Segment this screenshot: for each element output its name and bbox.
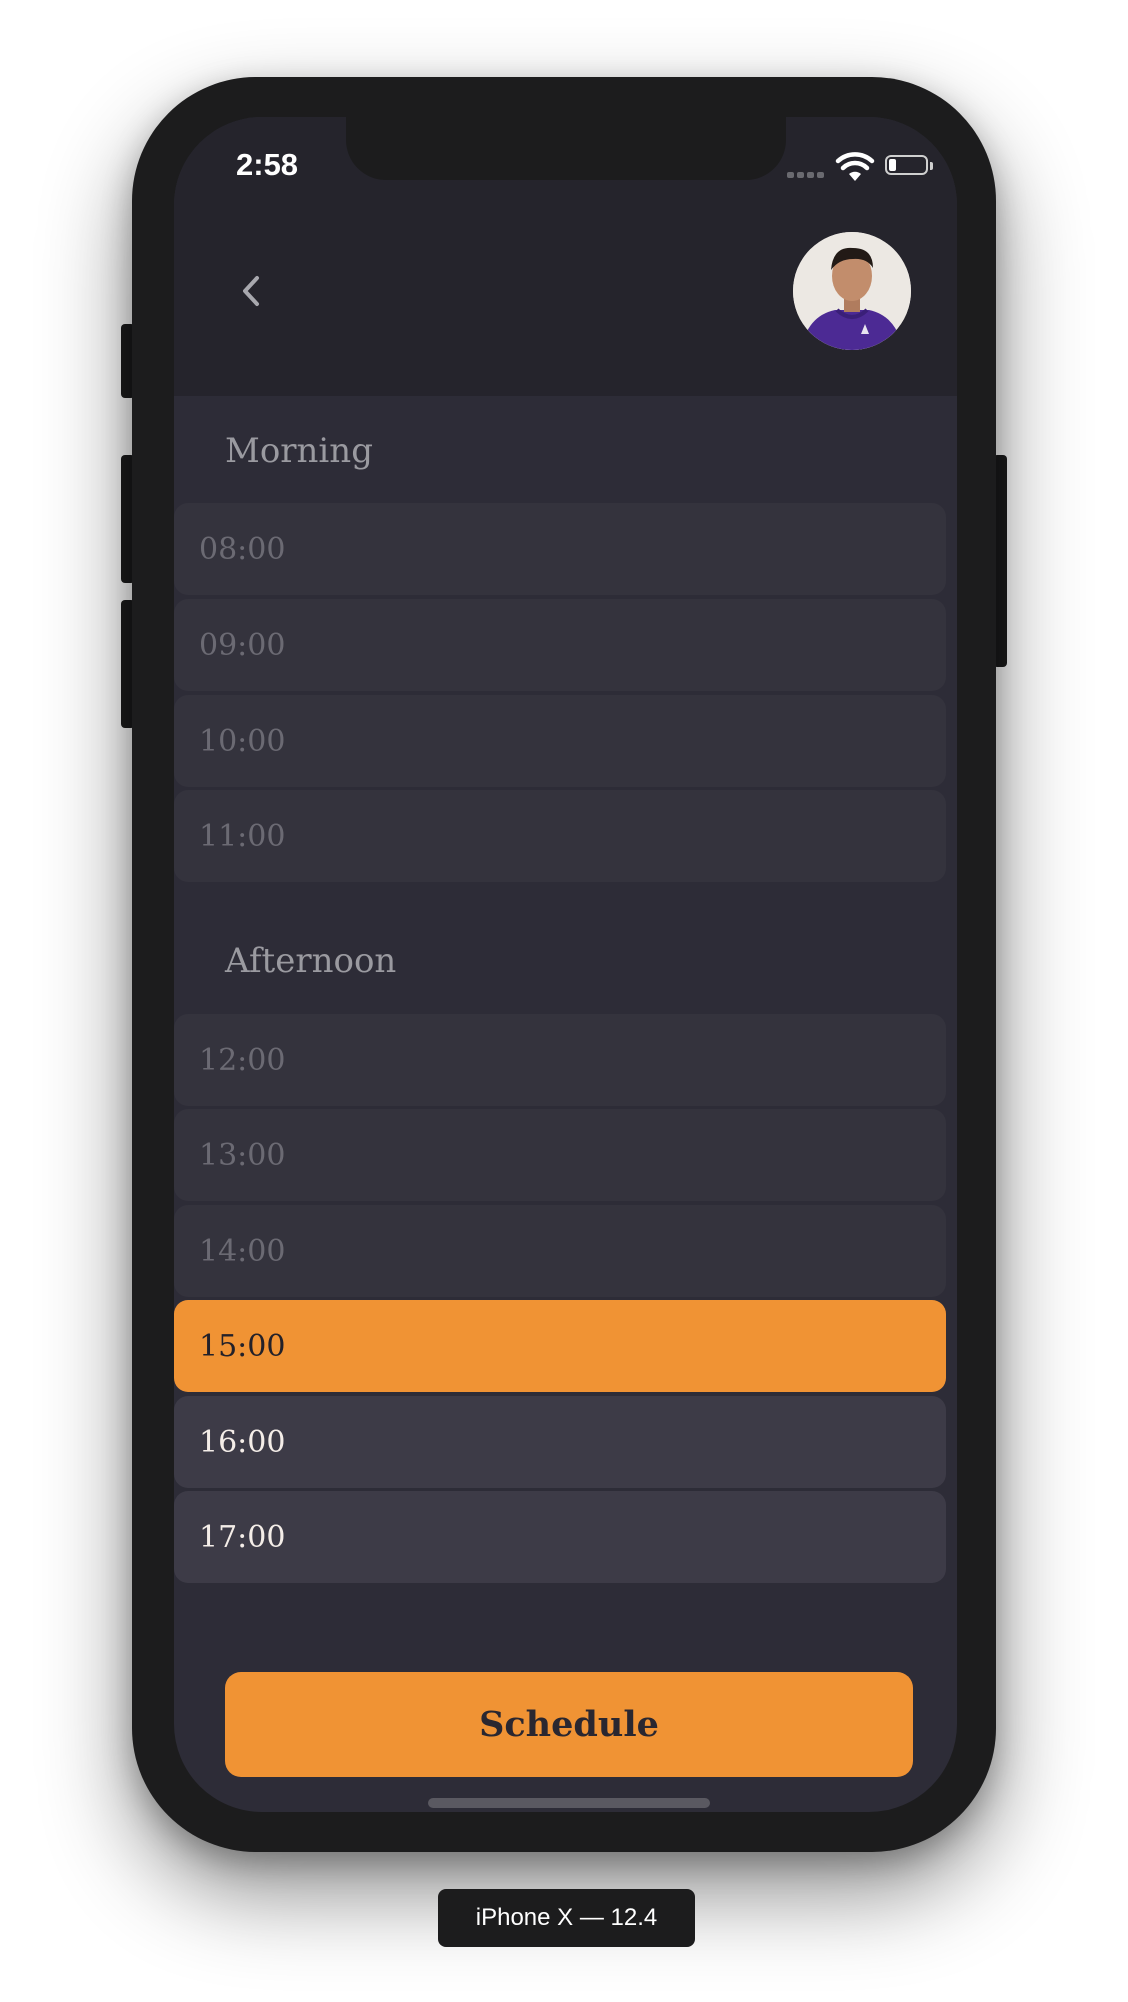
- time-slot[interactable]: 13:00: [174, 1109, 946, 1201]
- time-slot-label: 08:00: [199, 531, 286, 567]
- time-slot-label: 09:00: [199, 627, 286, 663]
- home-indicator: [428, 1798, 710, 1808]
- section-title-afternoon: Afternoon: [225, 941, 397, 981]
- time-slot[interactable]: 16:00: [174, 1396, 946, 1488]
- user-avatar[interactable]: [793, 232, 911, 350]
- time-slot[interactable]: 17:00: [174, 1491, 946, 1583]
- time-slot-label: 16:00: [199, 1424, 286, 1460]
- time-slot[interactable]: 10:00: [174, 695, 946, 787]
- signal-dot: [817, 172, 824, 178]
- time-slot-label: 17:00: [199, 1519, 286, 1555]
- time-slot-label: 10:00: [199, 723, 286, 759]
- time-slot[interactable]: 09:00: [174, 599, 946, 691]
- battery-icon: [885, 155, 928, 175]
- time-slot-selected[interactable]: 15:00: [174, 1300, 946, 1392]
- time-slot-label: 13:00: [199, 1137, 286, 1173]
- app-screen: 2:58 Morning 08:00 09:00 10:00 11:00 Aft…: [174, 117, 957, 1812]
- section-title-morning: Morning: [225, 431, 373, 471]
- time-slot[interactable]: 08:00: [174, 503, 946, 595]
- signal-dot: [807, 172, 814, 178]
- time-slot[interactable]: 11:00: [174, 790, 946, 882]
- battery-tip: [930, 162, 933, 170]
- battery-fill: [889, 159, 896, 171]
- chevron-left-icon[interactable]: [228, 267, 276, 315]
- notch: [346, 117, 786, 180]
- signal-dot: [787, 172, 794, 178]
- status-icons: [787, 151, 937, 181]
- schedule-button[interactable]: Schedule: [225, 1672, 913, 1777]
- time-slot[interactable]: 14:00: [174, 1205, 946, 1297]
- time-slot-label: 14:00: [199, 1233, 286, 1269]
- time-slot[interactable]: 12:00: [174, 1014, 946, 1106]
- signal-dot: [797, 172, 804, 178]
- simulator-device-label: iPhone X — 12.4: [438, 1889, 695, 1947]
- avatar-image: [793, 232, 911, 350]
- status-time: 2:58: [236, 147, 299, 182]
- wifi-icon: [835, 152, 875, 181]
- time-slot-label: 11:00: [199, 818, 286, 854]
- time-slot-label: 15:00: [199, 1328, 286, 1364]
- time-slot-label: 12:00: [199, 1042, 286, 1078]
